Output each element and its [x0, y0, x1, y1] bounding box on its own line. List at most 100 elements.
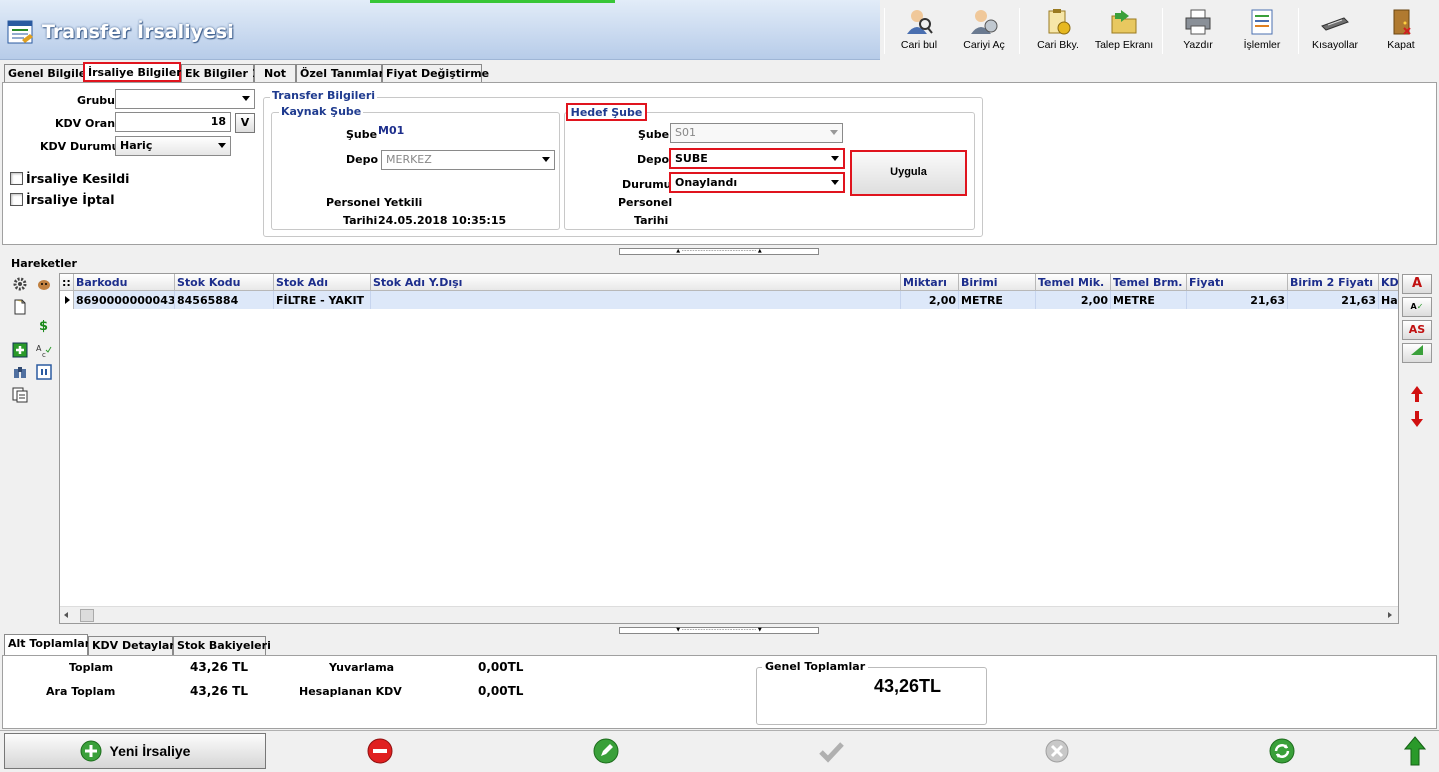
move-up-icon[interactable]	[1410, 385, 1424, 403]
kdv-durumu-select[interactable]: Hariç	[115, 136, 231, 156]
form-icon	[7, 20, 33, 44]
irsaliye-kesildi-checkbox[interactable]	[10, 172, 23, 185]
copy-document-icon[interactable]	[12, 387, 28, 403]
kapat-button[interactable]: Kapat	[1376, 4, 1426, 58]
grid-header-temel-brm[interactable]: Temel Brm.	[1111, 274, 1187, 291]
splitter-handle[interactable]: ▼ ······································…	[619, 627, 819, 634]
edit-icon[interactable]	[593, 738, 619, 764]
tab-alt-toplamlar[interactable]: Alt Toplamlar	[4, 634, 90, 655]
cancel-icon[interactable]	[1044, 738, 1070, 764]
hedef-durum-select[interactable]: Onaylandı	[669, 172, 845, 193]
pause-icon[interactable]	[36, 364, 52, 380]
delete-icon[interactable]	[367, 738, 393, 764]
table-cell[interactable]: 21,63	[1187, 291, 1288, 309]
hedef-sube-select[interactable]: S01	[670, 123, 843, 143]
tab-genel-bilgiler[interactable]: Genel Bilgiler	[4, 64, 92, 82]
binoculars-icon[interactable]	[12, 364, 28, 380]
chevron-down-icon	[242, 96, 250, 101]
row-pointer-icon	[65, 296, 70, 304]
spellcheck-button[interactable]: A✓	[1402, 297, 1432, 317]
kaynak-depo-select[interactable]: MERKEZ	[381, 150, 555, 170]
dog-icon[interactable]	[36, 276, 52, 292]
kisayollar-button[interactable]: Kısayollar	[1306, 4, 1364, 58]
table-cell[interactable]: 84565884	[175, 291, 274, 309]
scroll-left-icon[interactable]	[64, 612, 68, 618]
yuvarlama-value: 0,00TL	[478, 660, 524, 674]
hedef-depo-select[interactable]: SUBE	[669, 148, 845, 169]
grid-header-stok-adi[interactable]: Stok Adı	[274, 274, 371, 291]
kaynak-tarih-value: 24.05.2018 10:35:15	[378, 214, 507, 227]
kdv-oran-button[interactable]: V	[235, 113, 255, 133]
grubu-select[interactable]	[115, 89, 255, 109]
scroll-thumb[interactable]	[80, 609, 94, 622]
refresh-icon[interactable]	[1269, 738, 1295, 764]
tab-irsaliye-bilgileri[interactable]: İrsaliye Bilgileri	[83, 62, 186, 82]
table-cell[interactable]: METRE	[959, 291, 1036, 309]
grid-header-kdv[interactable]: KDV	[1379, 274, 1398, 291]
table-cell[interactable]: METRE	[1111, 291, 1187, 309]
uygula-button[interactable]: Uygula	[850, 150, 967, 196]
toolbar-separator	[884, 8, 885, 54]
toplam-value: 43,26 TL	[190, 660, 248, 674]
settings-icon[interactable]	[12, 276, 28, 292]
yuvarlama-label: Yuvarlama	[329, 661, 395, 674]
tab-not[interactable]: Not	[254, 64, 296, 82]
talep-ekrani-button[interactable]: Talep Ekranı	[1092, 4, 1156, 58]
table-cell[interactable]: 2,00	[1036, 291, 1111, 309]
chevron-down-icon	[831, 180, 839, 185]
toolbar-label: Kapat	[1387, 39, 1415, 51]
grid-header-birimi[interactable]: Birimi	[959, 274, 1036, 291]
grid-header-temel-mik[interactable]: Temel Mik.	[1036, 274, 1111, 291]
grid-header-fiyati[interactable]: Fiyatı	[1187, 274, 1288, 291]
cariyi-ac-button[interactable]: Cariyi Aç	[956, 4, 1012, 58]
add-row-icon[interactable]	[12, 342, 28, 358]
grid-header-barkodu[interactable]: Barkodu	[74, 274, 175, 291]
cari-bky-button[interactable]: Cari Bky.	[1030, 4, 1086, 58]
save-check-icon[interactable]	[818, 738, 844, 764]
folder-arrow-icon	[1111, 10, 1137, 34]
irsaliye-iptal-checkbox[interactable]	[10, 193, 23, 206]
table-cell[interactable]: 21,63	[1288, 291, 1379, 309]
spellcheck-icon[interactable]: Ac	[36, 342, 52, 358]
tab-ek-bilgiler-1[interactable]: Ek Bilgiler 1	[181, 64, 259, 82]
kaynak-tarih-label: Tarihi	[343, 214, 378, 227]
kaynak-sube-group	[271, 112, 560, 230]
yeni-irsaliye-label: Yeni İrsaliye	[109, 743, 191, 759]
horizontal-scrollbar[interactable]	[60, 606, 1398, 623]
grid-header-stok-adi-ydisi[interactable]: Stok Adı Y.Dışı	[371, 274, 901, 291]
yazdir-button[interactable]: Yazdır	[1172, 4, 1224, 58]
hareketler-title: Hareketler	[11, 257, 77, 270]
toolbar-separator	[1162, 8, 1163, 54]
window-title: Transfer İrsaliyesi	[42, 21, 234, 43]
grid-header-stok-kodu[interactable]: Stok Kodu	[175, 274, 274, 291]
currency-icon[interactable]: $	[39, 319, 48, 334]
table-cell[interactable]	[371, 291, 901, 309]
movements-grid: :: Barkodu Stok Kodu Stok Adı Stok Adı Y…	[59, 273, 1399, 624]
grid-header-birim-2-fiyati[interactable]: Birim 2 Fiyatı	[1288, 274, 1379, 291]
splitter-handle[interactable]: ▲ ······································…	[619, 248, 819, 255]
toolbar-label: İşlemler	[1243, 39, 1281, 51]
kdv-orani-input[interactable]: 18	[115, 112, 231, 132]
grid-header-miktari[interactable]: Miktarı	[901, 274, 959, 291]
up-arrow-icon[interactable]	[1404, 736, 1426, 766]
auto-size-button[interactable]: AS	[1402, 320, 1432, 340]
table-cell[interactable]: 8690000000043	[74, 291, 175, 309]
move-down-icon[interactable]	[1410, 410, 1424, 428]
tab-ozel-tanimlar[interactable]: Özel Tanımlar	[296, 64, 384, 82]
tab-fiyat-degistirme[interactable]: Fiyat Değiştirme	[382, 64, 489, 82]
chevron-down-icon	[218, 143, 226, 148]
tab-kdv-detaylari[interactable]: KDV Detayları	[88, 636, 179, 655]
cari-bul-button[interactable]: Cari bul	[892, 4, 946, 58]
tab-stok-bakiyeleri[interactable]: Stok Bakiyeleri	[173, 636, 271, 655]
resize-button[interactable]	[1402, 343, 1432, 363]
hesaplanan-kdv-label: Hesaplanan KDV	[299, 685, 402, 698]
islemler-button[interactable]: İşlemler	[1236, 4, 1288, 58]
new-document-icon[interactable]	[12, 299, 28, 315]
table-cell[interactable]: 2,00	[901, 291, 959, 309]
yeni-irsaliye-button[interactable]: Yeni İrsaliye	[4, 733, 266, 769]
table-cell[interactable]: FİLTRE - YAKIT	[274, 291, 371, 309]
table-cell[interactable]: Hari	[1379, 291, 1398, 309]
font-color-button[interactable]: A	[1402, 274, 1432, 294]
row-indicator[interactable]	[60, 291, 74, 309]
scroll-right-icon[interactable]	[1388, 612, 1392, 618]
